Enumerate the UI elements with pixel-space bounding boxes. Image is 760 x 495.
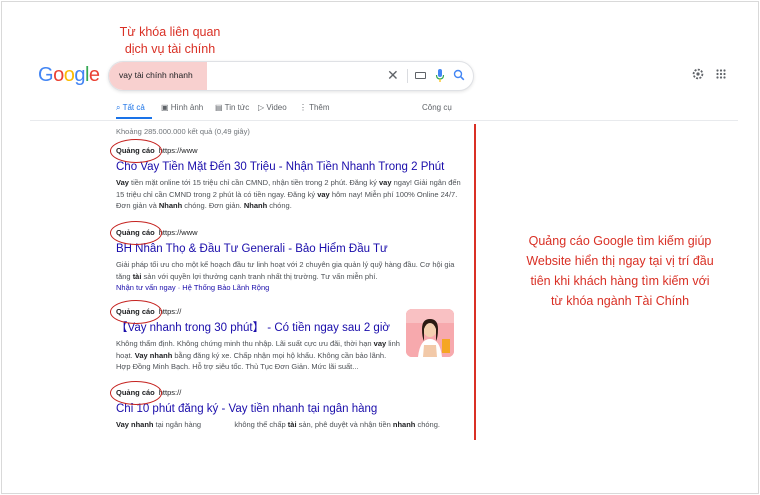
search-divider <box>407 69 408 83</box>
ad-label-highlight-circle <box>110 381 162 405</box>
clear-icon[interactable]: ✕ <box>387 67 399 84</box>
search-bar[interactable]: vay tài chính nhanh ✕ <box>108 61 474 91</box>
ad-result: Quảng cáo https:// 【Vay nhanh trong 30 ph… <box>110 300 401 373</box>
ad-url[interactable]: https://www <box>159 146 198 155</box>
keyboard-icon[interactable] <box>415 72 426 79</box>
ad-header: Quảng cáo https://www <box>110 139 461 163</box>
ads-annotation-line-3: tiên khi khách hàng tìm kiếm với <box>530 274 710 288</box>
ad-description: Không thẩm định. Không chứng minh thu nh… <box>116 339 400 371</box>
tab-images[interactable]: ▣ Hình ảnh <box>161 103 203 112</box>
ad-sitelinks[interactable]: Nhận tư vấn ngay · Hệ Thống Bảo Lãnh Rộn… <box>116 282 461 293</box>
ad-result: Quảng cáo https://www Cho Vay Tiền Mặt Đế… <box>110 139 461 212</box>
ad-label-highlight-circle <box>110 139 162 163</box>
ad-header: Quảng cáo https://www <box>110 221 461 245</box>
ad-result: Quảng cáo https://www BH Nhân Thọ & Đầu T… <box>110 221 461 293</box>
tab-videos[interactable]: ▷ Video <box>258 103 287 112</box>
ad-label-highlight-circle <box>110 221 162 245</box>
ad-description: Vay nhanh tại ngân hàng không thế chấp t… <box>116 420 440 429</box>
ad-url[interactable]: https:// <box>159 307 182 316</box>
tab-all[interactable]: ⌕ Tất cả <box>116 103 145 113</box>
logo-letter: o <box>53 64 64 86</box>
header-divider <box>30 120 738 121</box>
logo-letter: o <box>63 64 75 86</box>
ad-description: Vay tiền mặt online tới 15 triệu chỉ cần… <box>116 178 461 210</box>
ad-result: Quảng cáo https:// Chỉ 10 phút đăng ký - … <box>110 381 461 431</box>
ad-header: Quảng cáo https:// <box>110 300 401 324</box>
result-stats: Khoảng 285.000.000 kết quả (0,49 giây) <box>116 127 250 136</box>
tab-images-label: Hình ảnh <box>170 103 204 112</box>
keyword-annotation: Từ khóa liên quan dịch vụ tài chính <box>100 24 240 58</box>
ad-title-link[interactable]: Chỉ 10 phút đăng ký - Vay tiền nhanh tại… <box>116 402 461 417</box>
gear-icon[interactable] <box>692 68 704 80</box>
ads-annotation-line-4: từ khóa ngành Tài Chính <box>550 294 690 308</box>
ad-url[interactable]: https:// <box>159 388 182 397</box>
news-icon: ▤ <box>215 103 225 112</box>
mic-icon[interactable] <box>435 68 445 84</box>
more-icon: ⋮ <box>299 103 310 112</box>
tab-news-label: Tin tức <box>224 103 250 112</box>
search-icon[interactable] <box>453 69 465 81</box>
search-input[interactable]: vay tài chính nhanh <box>119 70 193 80</box>
ads-annotation: Quảng cáo Google tìm kiếm giúp Website h… <box>502 231 738 311</box>
ads-annotation-line-2: Website hiển thị ngay tại vị trí đầu <box>526 254 714 268</box>
tab-more-label: Thêm <box>309 103 330 112</box>
ad-header: Quảng cáo https:// <box>110 381 461 405</box>
logo-letter: e <box>88 64 100 86</box>
keyword-annotation-line-1: Từ khóa liên quan <box>119 25 221 39</box>
ad-description: Giải pháp tối ưu cho một kế hoạch đầu tư… <box>116 260 455 281</box>
active-tab-indicator <box>116 117 152 119</box>
ad-label-highlight-circle <box>110 300 162 324</box>
ad-thumbnail-image[interactable] <box>406 309 454 357</box>
tools-button[interactable]: Công cụ <box>422 103 452 112</box>
woman-photo-icon <box>406 309 454 357</box>
apps-icon[interactable] <box>716 69 726 79</box>
keyword-annotation-line-2: dịch vụ tài chính <box>124 42 216 56</box>
google-logo[interactable]: Google <box>38 64 100 87</box>
tab-news[interactable]: ▤ Tin tức <box>215 103 249 112</box>
search-tabs: ⌕ Tất cả ▣ Hình ảnh ▤ Tin tức ▷ Video ⋮ … <box>116 103 466 121</box>
logo-letter: g <box>74 64 85 86</box>
logo-letter: G <box>38 64 54 86</box>
ads-annotation-line-1: Quảng cáo Google tìm kiếm giúp <box>528 234 712 248</box>
ad-title-link[interactable]: BH Nhân Thọ & Đầu Tư Generali - Bảo Hiểm… <box>116 242 461 257</box>
image-icon: ▣ <box>161 103 171 112</box>
ad-title-link[interactable]: 【Vay nhanh trong 30 phút】 - Có tiền ngay… <box>116 321 401 336</box>
ad-title-link[interactable]: Cho Vay Tiền Mặt Đến 30 Triệu - Nhận Tiề… <box>116 160 461 175</box>
tab-more[interactable]: ⋮ Thêm <box>299 103 330 112</box>
annotation-divider-line <box>474 124 476 440</box>
ad-url[interactable]: https://www <box>159 228 198 237</box>
tab-all-label: Tất cả <box>122 103 145 112</box>
tab-videos-label: Video <box>266 103 287 112</box>
